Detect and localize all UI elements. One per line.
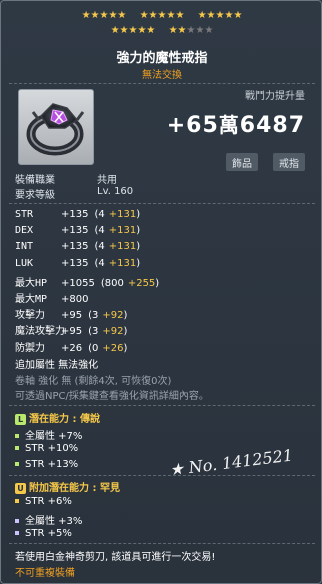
bullet-icon — [15, 434, 19, 438]
stat-base: (3 — [88, 310, 99, 322]
stat-base: (4 — [94, 225, 105, 237]
additional-potential-line: STR +6% — [15, 496, 72, 507]
stat-row: STR +135 (4 +131) — [15, 209, 140, 220]
additional-potential-line: STR +5% — [15, 528, 72, 539]
requirement-job: 裝備職業 共用 — [15, 175, 117, 186]
unique-badge-icon: U — [15, 482, 26, 494]
star-group: ★★★★★ — [81, 10, 127, 21]
stat-close: ) — [155, 277, 160, 289]
divider — [9, 543, 315, 544]
scissors-notice: 若使用白金神奇剪刀, 該道具可進行一次交易! — [15, 552, 216, 563]
bullet-icon — [15, 499, 19, 503]
stat-row: 防禦力 +26 (0 +26) — [15, 339, 127, 354]
stat-bonus: +92 — [102, 326, 124, 338]
divider — [9, 475, 315, 476]
divider — [9, 203, 315, 204]
star-force-rating: ★★★★★ ★★★★★ ★★★★★ ★★★★★ ★★★★★ — [1, 11, 322, 41]
stat-row: 攻擊力 +95 (3 +92) — [15, 306, 127, 321]
stat-name: STR — [15, 209, 34, 220]
stat-bonus: +131 — [108, 257, 137, 269]
stat-name: LUK — [15, 257, 34, 269]
bullet-icon — [15, 462, 19, 466]
potential-line: 全屬性 +7% — [15, 427, 82, 442]
stat-name: 防禦力 — [15, 342, 45, 354]
stat-base: (800 — [100, 277, 124, 289]
stat-name: DEX — [15, 225, 34, 237]
combat-power-label: 戰鬥力提升量 — [245, 91, 305, 102]
star-group: ★★★★★ — [197, 10, 243, 21]
stat-base: (4 — [94, 241, 105, 253]
tag-accessory: 飾品 — [226, 153, 258, 171]
requirement-level: 要求等級 Lv. 160 — [15, 186, 134, 201]
stat-row: 最大MP +800 — [15, 290, 98, 305]
tag-ring: 戒指 — [273, 153, 305, 171]
bullet-icon — [15, 519, 19, 523]
divider — [9, 405, 315, 406]
stat-bonus: +92 — [102, 310, 124, 322]
stat-total: +800 — [61, 294, 89, 305]
stat-bonus: +131 — [108, 209, 137, 220]
star-group: ★★★★★ — [168, 25, 214, 36]
stat-base: (4 — [94, 257, 105, 269]
potential-line: STR +10% — [15, 443, 78, 454]
bullet-icon — [15, 446, 19, 450]
stat-close: ) — [123, 326, 128, 338]
star-group: ★★★★★ — [110, 25, 156, 36]
stat-name: 最大MP — [15, 294, 48, 305]
stat-bonus: +255 — [127, 277, 156, 289]
divider — [9, 83, 315, 84]
stat-total: +135 — [61, 225, 89, 237]
star-row-2: ★★★★★ ★★★★★ — [1, 26, 322, 38]
potential-header: L 潛在能力 : 傳說 — [15, 410, 100, 425]
scroll-info: 卷軸 強化 無 (剩餘4次, 可恢復0次) — [15, 376, 172, 387]
bullet-icon — [15, 531, 19, 535]
stat-name: 最大HP — [15, 277, 48, 289]
stat-total: +135 — [61, 241, 89, 253]
stat-close: ) — [136, 241, 141, 253]
combat-power-value: +65萬6487 — [166, 113, 305, 138]
stat-total: +95 — [61, 326, 83, 338]
stat-close: ) — [123, 310, 128, 322]
stat-base: (3 — [88, 326, 99, 338]
stat-close: ) — [123, 342, 128, 354]
stat-name: 魔法攻擊力 — [15, 326, 65, 338]
stat-row: DEX +135 (4 +131) — [15, 225, 140, 236]
stat-total: +135 — [61, 209, 89, 220]
stat-total: +135 — [61, 257, 89, 269]
stat-name: 攻擊力 — [15, 310, 45, 322]
stat-row: LUK +135 (4 +131) — [15, 258, 140, 269]
stat-total: +26 — [61, 342, 83, 354]
no-reequip-notice: 不可重複裝備 — [15, 568, 75, 579]
star-row-1: ★★★★★ ★★★★★ ★★★★★ — [1, 11, 322, 23]
star-group: ★★★★★ — [139, 10, 185, 21]
additional-potential-header: U 附加潛在能力 : 罕見 — [15, 479, 120, 494]
item-tooltip: ★★★★★ ★★★★★ ★★★★★ ★★★★★ ★★★★★ 強力的魔性戒指 無法… — [0, 0, 322, 584]
stat-total: +95 — [61, 310, 83, 322]
stat-bonus: +131 — [108, 225, 137, 237]
additional-attribute: 追加屬性 無法強化 — [15, 360, 99, 371]
stat-row: INT +135 (4 +131) — [15, 241, 140, 252]
potential-line: STR +13% — [15, 459, 78, 470]
stat-close: ) — [136, 257, 141, 269]
item-name: 強力的魔性戒指 — [116, 51, 208, 66]
stat-row: 魔法攻擊力+95 (3 +92) — [15, 322, 127, 337]
additional-potential-line: 全屬性 +3% — [15, 512, 82, 527]
stat-close: ) — [136, 209, 141, 220]
stat-total: +1055 — [61, 277, 95, 289]
legendary-badge-icon: L — [15, 413, 26, 425]
ring-icon — [26, 103, 85, 156]
item-icon-frame — [18, 89, 94, 165]
stat-base: (0 — [88, 342, 99, 354]
stat-close: ) — [136, 225, 141, 237]
stat-row: 最大HP +1055 (800 +255) — [15, 274, 159, 289]
trade-status: 無法交換 — [142, 70, 182, 81]
stat-base: (4 — [94, 209, 105, 220]
stat-bonus: +26 — [102, 342, 124, 354]
stat-name: INT — [15, 241, 34, 253]
npc-hint: 可透過NPC/採集鍵查看強化資訊詳細內容。 — [15, 391, 209, 402]
stat-bonus: +131 — [108, 241, 137, 253]
